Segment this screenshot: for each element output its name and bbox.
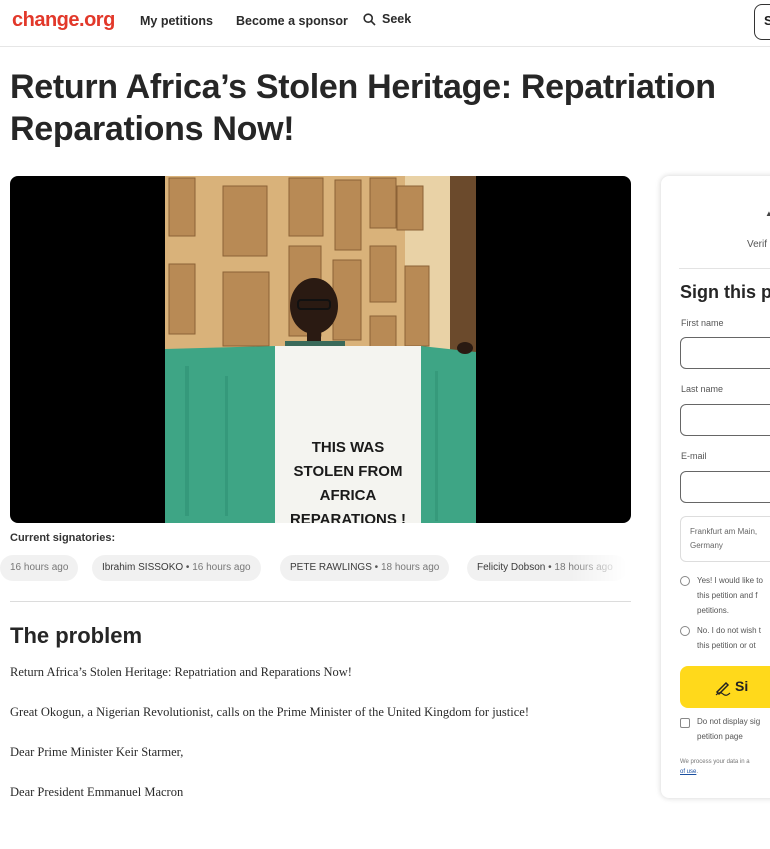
search-label: Seek <box>382 12 412 26</box>
card-divider <box>679 268 770 269</box>
option-yes-line: this petition and f <box>697 591 758 600</box>
header-action-label: S <box>764 13 770 28</box>
signatory-chip: Felicity Dobson • 18 hours ago <box>467 555 627 581</box>
pen-icon <box>715 681 731 696</box>
signatory-name: Ibrahim SISSOKO <box>102 562 184 573</box>
verified-icon: ▲ <box>765 209 770 218</box>
first-name-label: First name <box>681 318 724 328</box>
location-line-1: Frankfurt am Main, <box>690 527 758 536</box>
petition-photo: THIS WAS STOLEN FROM AFRICA REPARATIONS … <box>165 176 476 523</box>
hide-signature-line: Do not display sig <box>697 717 761 726</box>
last-name-input[interactable] <box>680 404 770 436</box>
problem-paragraph: Dear Prime Minister Keir Starmer, <box>10 745 184 759</box>
first-name-input[interactable] <box>680 337 770 369</box>
sign-button[interactable]: Si <box>680 666 770 708</box>
top-header: change.org My petitions Become a sponsor… <box>0 0 770 47</box>
petition-media[interactable]: THIS WAS STOLEN FROM AFRICA REPARATIONS … <box>10 176 631 523</box>
search-icon <box>363 12 376 26</box>
signatory-chip: PETE RAWLINGS • 18 hours ago <box>280 555 450 581</box>
section-divider <box>10 601 631 602</box>
problem-paragraph: Return Africa’s Stolen Heritage: Repatri… <box>10 665 352 679</box>
problem-paragraph: Great Okogun, a Nigerian Revolutionist, … <box>10 705 529 719</box>
hide-signature-line: petition page <box>697 732 743 741</box>
privacy-notice: We process your data in a of use. <box>680 757 770 777</box>
search-button[interactable]: Seek <box>363 12 411 26</box>
option-yes-radio[interactable] <box>680 576 690 586</box>
sign-line-2: STOLEN FROM <box>293 463 403 480</box>
terms-link[interactable]: of use <box>680 769 696 775</box>
option-no-line: this petition or ot <box>697 641 756 650</box>
last-name-label: Last name <box>681 384 724 394</box>
signatory-time: 16 hours ago <box>192 562 251 573</box>
sign-title: Sign this pe <box>680 282 770 302</box>
signatory-time: 16 hours ago <box>10 562 69 573</box>
current-signatories-label: Current signatories: <box>10 532 116 544</box>
hide-signature-checkbox[interactable] <box>680 718 690 728</box>
signatory-time: 18 hours ago <box>554 562 613 573</box>
privacy-text: We process your data in a <box>680 759 750 765</box>
sign-petition-card: ▲ Verif Sign this pe First name Last nam… <box>661 176 770 798</box>
signatory-time: 18 hours ago <box>380 562 440 573</box>
hide-signature-text: Do not display sig petition page <box>697 714 770 744</box>
sign-line-4: REPARATIONS ! <box>289 511 407 523</box>
sign-button-label: Si <box>735 678 749 694</box>
nav-my-petitions[interactable]: My petitions <box>140 14 213 28</box>
signatory-name: Felicity Dobson <box>477 562 546 573</box>
header-action-button[interactable]: S <box>754 4 770 40</box>
nav-become-sponsor[interactable]: Become a sponsor <box>236 14 348 28</box>
option-no-radio[interactable] <box>680 626 690 636</box>
location-field[interactable]: Frankfurt am Main, Germany <box>680 516 770 562</box>
signatory-chip: 16 hours ago <box>0 555 78 581</box>
change-org-logo[interactable]: change.org <box>12 9 115 32</box>
option-yes-line: Yes! I would like to <box>697 576 763 585</box>
problem-heading: The problem <box>10 623 143 648</box>
email-input[interactable] <box>680 471 770 503</box>
sign-line-1: THIS WAS <box>311 439 385 456</box>
sign-line-3: AFRICA <box>319 487 377 504</box>
signatory-name: PETE RAWLINGS <box>290 562 372 573</box>
flag-sign-text: THIS WAS STOLEN FROM AFRICA REPARATIONS … <box>275 436 421 523</box>
location-line-2: Germany <box>690 541 723 550</box>
problem-paragraph: Dear President Emmanuel Macron <box>10 785 184 799</box>
option-no-line: No. I do not wish t <box>697 626 762 635</box>
option-no-text: No. I do not wish t this petition or ot <box>697 623 770 653</box>
signatory-chip: Ibrahim SISSOKO • 16 hours ago <box>92 555 261 581</box>
verified-text: Verif <box>747 239 768 250</box>
petition-title: Return Africa’s Stolen Heritage: Repatri… <box>10 68 716 148</box>
email-label: E-mail <box>681 451 707 461</box>
option-yes-text: Yes! I would like to this petition and f… <box>697 573 770 618</box>
option-yes-line: petitions. <box>697 606 730 615</box>
